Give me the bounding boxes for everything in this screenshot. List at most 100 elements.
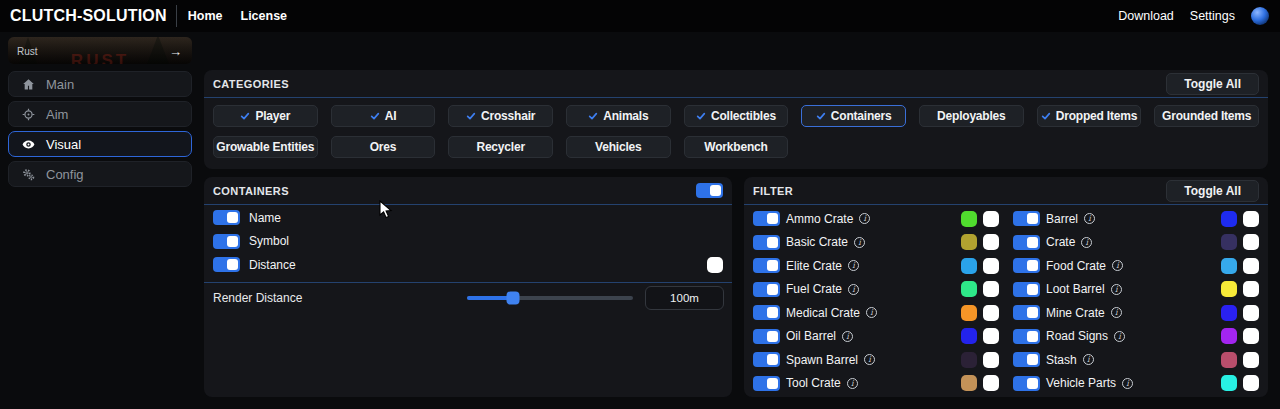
- filter-item-label: Tool Crate: [786, 376, 841, 390]
- filter-item-label: Loot Barrel: [1046, 282, 1105, 296]
- filter-toggle[interactable]: [1013, 211, 1040, 226]
- category-chip-collectibles[interactable]: Collectibles: [684, 105, 789, 127]
- category-chip-ores[interactable]: Ores: [331, 136, 436, 158]
- slider-knob[interactable]: [507, 292, 520, 305]
- color-swatch[interactable]: [1221, 305, 1237, 321]
- filter-checkbox[interactable]: [1243, 375, 1259, 391]
- filter-checkbox[interactable]: [983, 375, 999, 391]
- filter-checkbox[interactable]: [983, 352, 999, 368]
- filter-checkbox[interactable]: [1243, 258, 1259, 274]
- info-icon[interactable]: i: [848, 260, 859, 271]
- info-icon[interactable]: i: [859, 213, 870, 224]
- filter-checkbox[interactable]: [983, 328, 999, 344]
- info-icon[interactable]: i: [1111, 307, 1122, 318]
- filter-toggle[interactable]: [1013, 329, 1040, 344]
- filter-toggle-all-button[interactable]: Toggle All: [1166, 180, 1259, 202]
- info-icon[interactable]: i: [866, 307, 877, 318]
- category-chip-containers[interactable]: Containers: [801, 105, 906, 127]
- render-distance-slider[interactable]: [467, 296, 633, 300]
- category-chip-crosshair[interactable]: Crosshair: [448, 105, 553, 127]
- color-swatch[interactable]: [1221, 211, 1237, 227]
- info-icon[interactable]: i: [842, 331, 853, 342]
- filter-checkbox[interactable]: [983, 258, 999, 274]
- color-swatch[interactable]: [961, 234, 977, 250]
- color-swatch[interactable]: [1221, 234, 1237, 250]
- distance-toggle[interactable]: [213, 257, 240, 272]
- color-swatch[interactable]: [961, 281, 977, 297]
- sidebar-item-main[interactable]: Main: [8, 71, 192, 97]
- filter-toggle[interactable]: [753, 211, 780, 226]
- category-chip-growable-entities[interactable]: Growable Entities: [213, 136, 318, 158]
- distance-checkbox[interactable]: [707, 257, 723, 273]
- sidebar-item-aim[interactable]: Aim: [8, 101, 192, 127]
- containers-enabled-toggle[interactable]: [696, 183, 723, 198]
- color-swatch[interactable]: [961, 352, 977, 368]
- filter-checkbox[interactable]: [983, 305, 999, 321]
- filter-checkbox[interactable]: [1243, 211, 1259, 227]
- filter-checkbox[interactable]: [1243, 352, 1259, 368]
- color-swatch[interactable]: [961, 211, 977, 227]
- info-icon[interactable]: i: [1081, 237, 1092, 248]
- category-chip-vehicles[interactable]: Vehicles: [566, 136, 671, 158]
- info-icon[interactable]: i: [854, 237, 865, 248]
- info-icon[interactable]: i: [864, 354, 875, 365]
- category-chip-dropped-items[interactable]: Dropped Items: [1037, 105, 1142, 127]
- filter-checkbox[interactable]: [1243, 328, 1259, 344]
- color-swatch[interactable]: [1221, 328, 1237, 344]
- filter-checkbox[interactable]: [983, 234, 999, 250]
- sidebar-item-config[interactable]: Config: [8, 161, 192, 187]
- info-icon[interactable]: i: [1112, 260, 1123, 271]
- filter-toggle[interactable]: [1013, 235, 1040, 250]
- filter-checkbox[interactable]: [1243, 281, 1259, 297]
- info-icon[interactable]: i: [1122, 378, 1133, 389]
- filter-toggle[interactable]: [753, 235, 780, 250]
- filter-toggle[interactable]: [1013, 305, 1040, 320]
- info-icon[interactable]: i: [1111, 284, 1122, 295]
- symbol-toggle[interactable]: [213, 234, 240, 249]
- category-chip-deployables[interactable]: Deployables: [919, 105, 1024, 127]
- color-swatch[interactable]: [961, 375, 977, 391]
- info-icon[interactable]: i: [1084, 213, 1095, 224]
- filter-toggle[interactable]: [1013, 282, 1040, 297]
- categories-toggle-all-button[interactable]: Toggle All: [1166, 73, 1259, 95]
- user-avatar[interactable]: [1251, 7, 1269, 25]
- filter-toggle[interactable]: [1013, 352, 1040, 367]
- topbar-link-download[interactable]: Download: [1118, 9, 1174, 23]
- filter-toggle[interactable]: [753, 352, 780, 367]
- filter-toggle[interactable]: [1013, 376, 1040, 391]
- nav-link-license[interactable]: License: [241, 9, 288, 23]
- category-chip-animals[interactable]: Animals: [566, 105, 671, 127]
- info-icon[interactable]: i: [1083, 354, 1094, 365]
- category-chip-player[interactable]: Player: [213, 105, 318, 127]
- filter-checkbox[interactable]: [983, 211, 999, 227]
- filter-checkbox[interactable]: [1243, 234, 1259, 250]
- category-chip-ai[interactable]: AI: [331, 105, 436, 127]
- color-swatch[interactable]: [1221, 281, 1237, 297]
- nav-link-home[interactable]: Home: [188, 9, 223, 23]
- topbar-link-settings[interactable]: Settings: [1190, 9, 1235, 23]
- category-chip-recycler[interactable]: Recycler: [448, 136, 553, 158]
- filter-toggle[interactable]: [753, 282, 780, 297]
- info-icon[interactable]: i: [847, 378, 858, 389]
- filter-toggle[interactable]: [753, 376, 780, 391]
- color-swatch[interactable]: [961, 328, 977, 344]
- filter-toggle[interactable]: [753, 258, 780, 273]
- filter-checkbox[interactable]: [1243, 305, 1259, 321]
- sidebar-item-visual[interactable]: Visual: [8, 131, 192, 157]
- category-chip-workbench[interactable]: Workbench: [684, 136, 789, 158]
- color-swatch[interactable]: [1221, 375, 1237, 391]
- game-card-rust[interactable]: RUST Rust →: [8, 37, 192, 64]
- info-icon[interactable]: i: [1114, 331, 1125, 342]
- arrow-right-icon[interactable]: →: [169, 43, 182, 58]
- filter-toggle[interactable]: [753, 305, 780, 320]
- color-swatch[interactable]: [961, 258, 977, 274]
- name-toggle[interactable]: [213, 210, 240, 225]
- filter-toggle[interactable]: [753, 329, 780, 344]
- filter-checkbox[interactable]: [983, 281, 999, 297]
- color-swatch[interactable]: [1221, 352, 1237, 368]
- info-icon[interactable]: i: [848, 284, 859, 295]
- category-chip-grounded-items[interactable]: Grounded Items: [1154, 105, 1259, 127]
- color-swatch[interactable]: [1221, 258, 1237, 274]
- color-swatch[interactable]: [961, 305, 977, 321]
- filter-toggle[interactable]: [1013, 258, 1040, 273]
